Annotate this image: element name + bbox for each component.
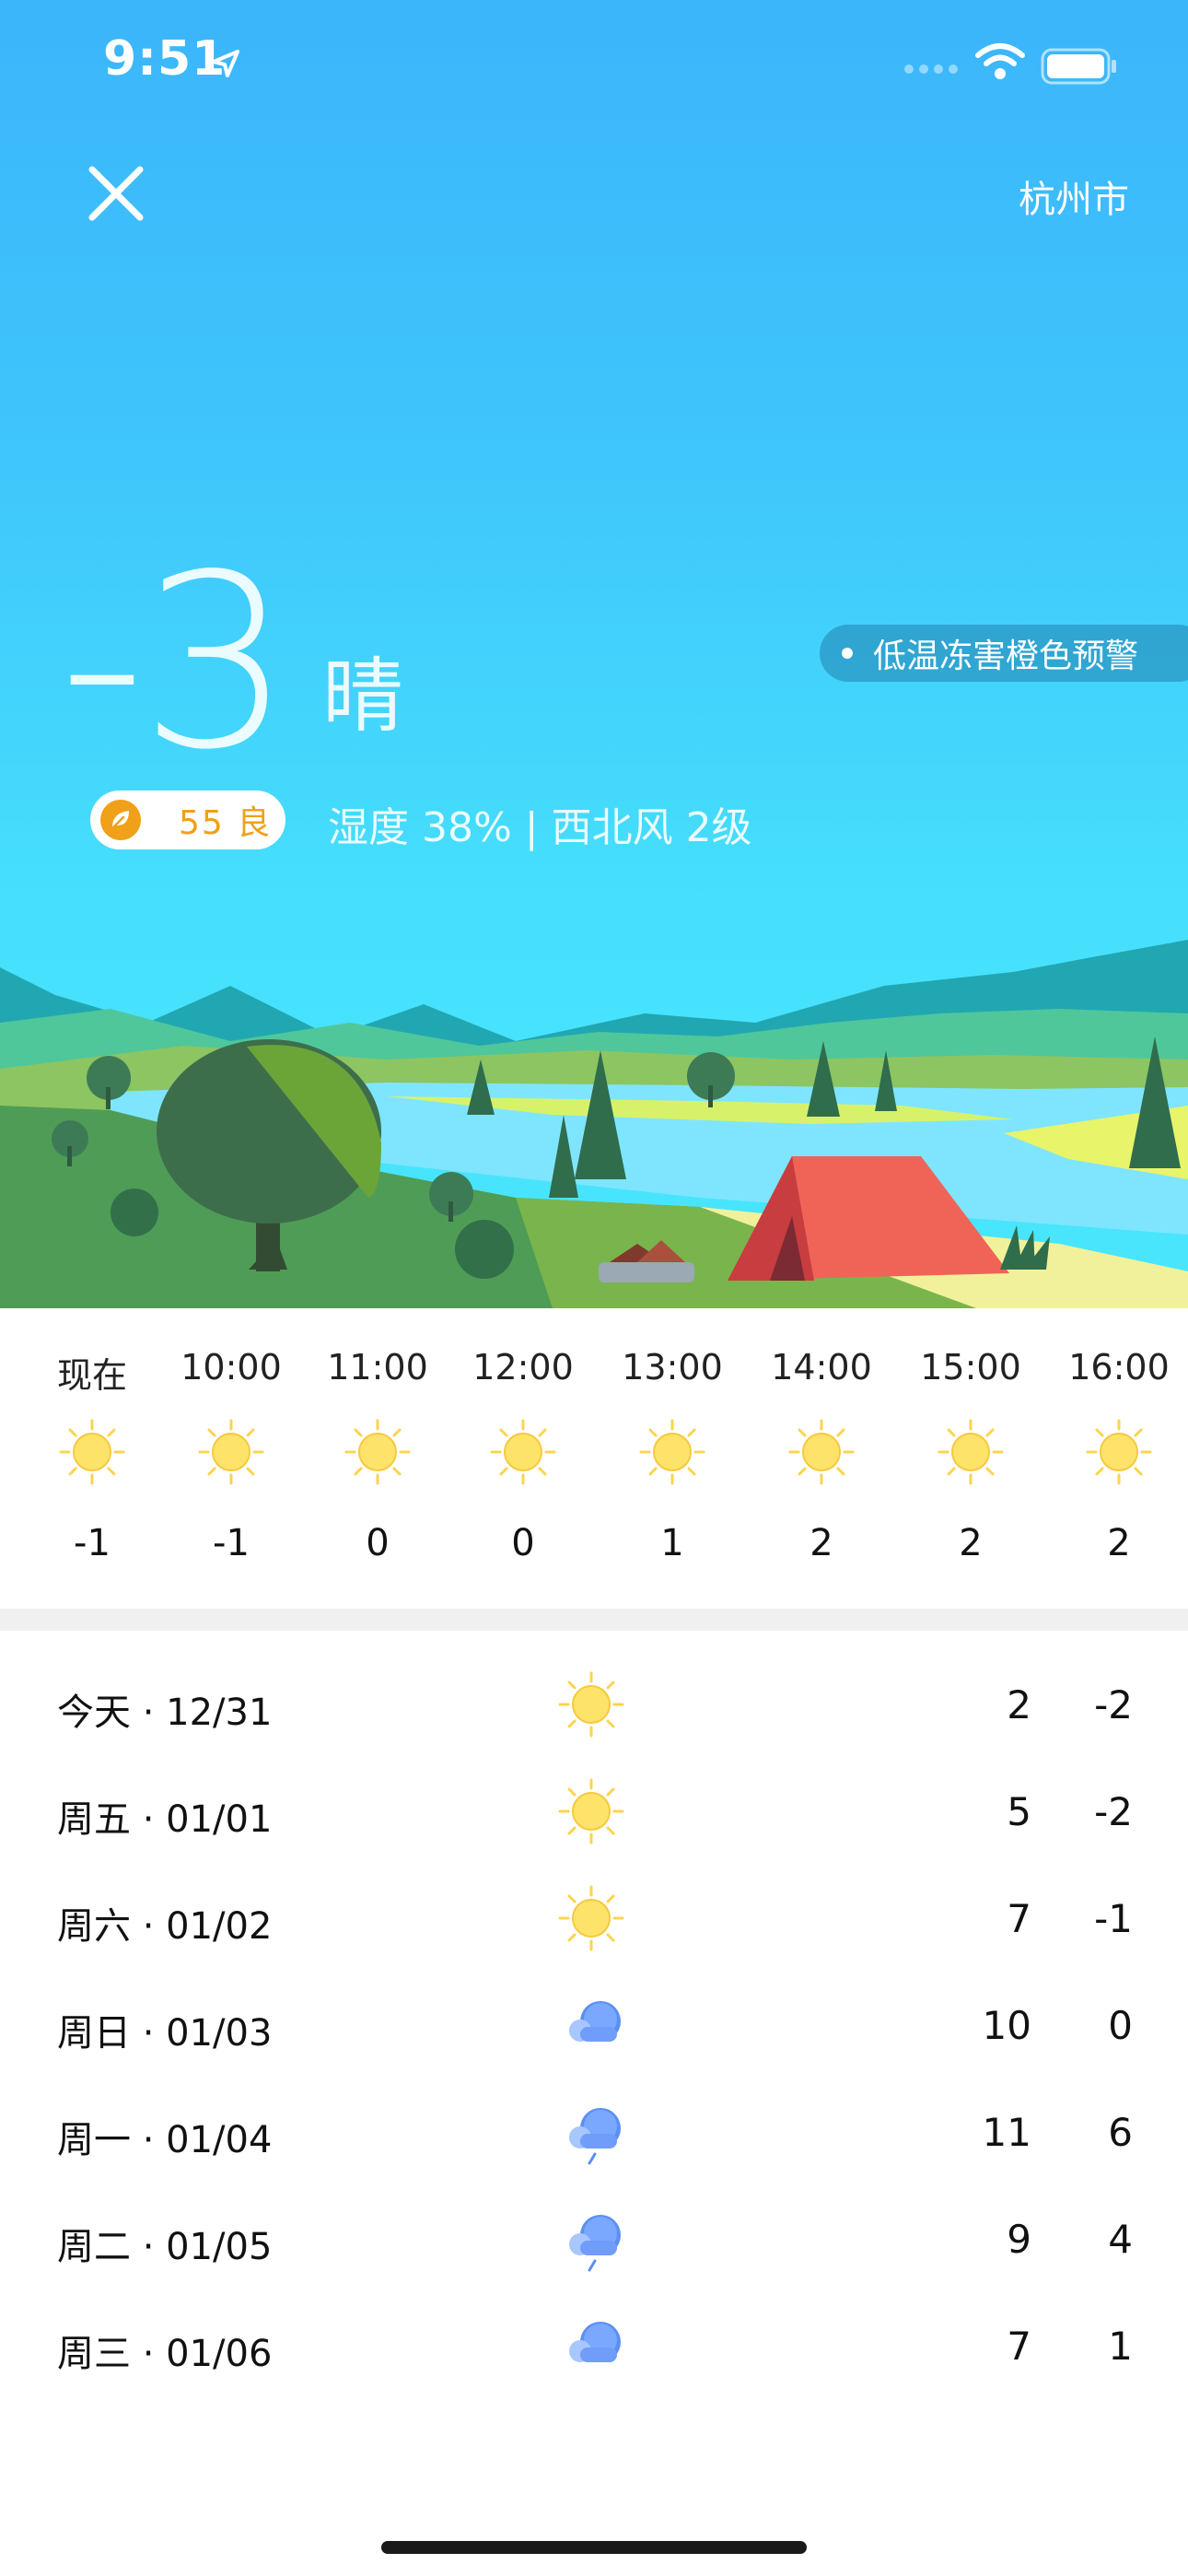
hour-temp: -1 (213, 1522, 250, 1564)
hourly-forecast[interactable]: 现在 -1 10:00 -1 11:00 0 12:00 0 13:00 1 1… (0, 1308, 1188, 1609)
day-label: 周二 · 01/05 (57, 2226, 273, 2268)
sun-icon (558, 1671, 624, 1738)
hour-time: 14:00 (771, 1347, 872, 1388)
cloud-rain-icon (558, 2206, 624, 2272)
day-label: 周六 · 01/02 (57, 1905, 273, 1948)
battery-icon (1041, 48, 1116, 85)
sun-icon (639, 1419, 705, 1485)
leaf-icon (100, 800, 141, 840)
day-label: 周五 · 01/01 (57, 1798, 273, 1841)
day-low-temp: -2 (1094, 1682, 1133, 1727)
sun-icon (558, 1778, 624, 1844)
day-low-temp: -2 (1094, 1789, 1133, 1834)
daily-row: 周日 · 01/03 10 0 (0, 1972, 1188, 2078)
daily-row: 周六 · 01/02 7 -1 (0, 1865, 1188, 1972)
weather-hero: 9:51 杭州市 -3 晴 低温冻害橙色预警 55 良 湿度 38% | 西北风… (0, 0, 1188, 1308)
cloud-icon (569, 2322, 621, 2362)
day-low-temp: 4 (1108, 2217, 1133, 2262)
hour-temp: 0 (366, 1522, 390, 1564)
sun-icon (938, 1419, 1004, 1485)
section-divider (0, 1609, 1188, 1631)
hour-temp: 2 (959, 1522, 983, 1564)
daily-row: 周一 · 01/04 11 6 (0, 2078, 1188, 2185)
sun-icon (1086, 1419, 1152, 1485)
hour-time: 13:00 (622, 1347, 723, 1388)
close-icon[interactable] (77, 155, 155, 232)
daily-row: 周三 · 01/06 7 1 (0, 2292, 1188, 2399)
hour-time: 10:00 (181, 1347, 282, 1388)
alert-dot (842, 648, 853, 659)
humidity-wind-details: 湿度 38% | 西北风 2级 (328, 804, 752, 851)
day-low-temp: 6 (1108, 2110, 1133, 2155)
sun-icon (198, 1419, 264, 1485)
day-low-temp: 1 (1108, 2324, 1133, 2369)
cloud-icon (569, 2001, 621, 2042)
signal-icon (904, 64, 958, 74)
hour-temp: 2 (1107, 1522, 1131, 1564)
hour-temp: 1 (660, 1522, 684, 1564)
alert-text: 低温冻害橙色预警 (873, 638, 1139, 675)
hour-temp: -1 (74, 1522, 111, 1564)
cloud-rain-icon (558, 2099, 624, 2165)
city-name[interactable]: 杭州市 (1019, 170, 1129, 223)
day-high-temp: 5 (1007, 1789, 1031, 1834)
landscape-illustration (0, 940, 1188, 1308)
day-high-temp: 11 (982, 2110, 1031, 2155)
hour-time: 12:00 (472, 1347, 574, 1388)
day-label: 周日 · 01/03 (57, 2012, 273, 2055)
sun-icon (344, 1419, 411, 1485)
location-arrow-icon (212, 50, 239, 77)
home-indicator[interactable] (381, 2541, 807, 2554)
day-high-temp: 7 (1007, 2324, 1031, 2369)
hour-temp: 0 (511, 1522, 535, 1564)
day-high-temp: 7 (1007, 1896, 1031, 1941)
weather-alert-badge[interactable]: 低温冻害橙色预警 (820, 625, 1188, 682)
day-high-temp: 9 (1007, 2217, 1031, 2262)
day-label: 今天 · 12/31 (57, 1692, 273, 1734)
daily-row: 周五 · 01/01 5 -2 (0, 1758, 1188, 1865)
day-high-temp: 2 (1007, 1682, 1031, 1727)
current-condition: 晴 (322, 649, 404, 744)
aqi-badge[interactable]: 55 良 (90, 790, 285, 849)
sun-icon (490, 1419, 556, 1485)
status-time: 9:51 (103, 31, 227, 87)
current-temperature: -3 (59, 524, 292, 802)
day-low-temp: 0 (1108, 2003, 1133, 2048)
wifi-icon (975, 43, 1025, 79)
day-label: 周三 · 01/06 (57, 2333, 273, 2375)
hour-time: 11:00 (327, 1347, 428, 1388)
daily-row: 周二 · 01/05 9 4 (0, 2185, 1188, 2292)
day-low-temp: -1 (1094, 1896, 1133, 1941)
sun-icon (59, 1419, 125, 1485)
hour-time: 16:00 (1068, 1347, 1170, 1388)
day-label: 周一 · 01/04 (57, 2119, 273, 2161)
hour-temp: 2 (809, 1522, 833, 1564)
sun-icon (788, 1419, 855, 1485)
hour-time: 15:00 (920, 1347, 1021, 1388)
day-high-temp: 10 (982, 2003, 1031, 2048)
daily-row: 今天 · 12/31 2 -2 (0, 1651, 1188, 1758)
sun-icon (558, 1885, 624, 1951)
hour-time: 现在 (56, 1355, 127, 1396)
aqi-value: 55 良 (179, 804, 273, 842)
status-bar: 9:51 (0, 0, 1188, 129)
